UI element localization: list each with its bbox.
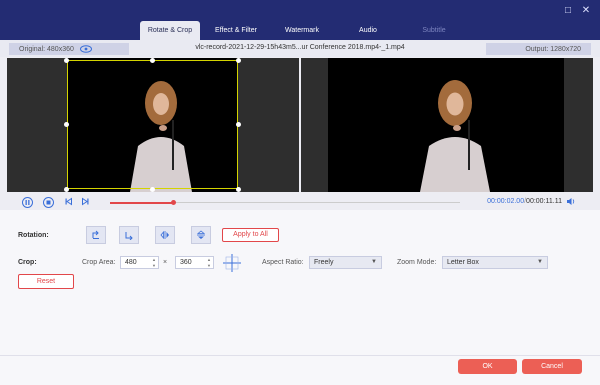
chevron-down-icon: ▼ [371, 259, 377, 265]
crop-frame[interactable] [67, 60, 238, 189]
rotate-right-button[interactable] [119, 226, 139, 244]
title-bar: □ ✕ Rotate & Crop Effect & Filter Waterm… [0, 0, 600, 40]
reset-button[interactable]: Reset [18, 274, 74, 289]
cancel-button[interactable]: Cancel [522, 359, 582, 374]
crop-handle-top[interactable] [150, 58, 155, 63]
current-time: 00:00:02.00 [487, 198, 525, 205]
volume-icon[interactable] [565, 197, 576, 208]
playback-bar: 00:00:02.00/00:00:11.11 [0, 195, 600, 210]
output-resolution: Output: 1280x720 [486, 43, 591, 55]
crop-handle-bottom-right[interactable] [236, 187, 241, 192]
zoom-mode-value: Letter Box [447, 259, 479, 266]
next-frame-icon[interactable] [80, 197, 91, 208]
progress-slider[interactable] [110, 200, 460, 205]
aspect-ratio-value: Freely [314, 259, 334, 266]
crop-handle-right[interactable] [236, 122, 241, 127]
crop-height-spinner[interactable]: ▲ ▼ [207, 257, 211, 268]
source-preview [7, 58, 299, 192]
output-preview [301, 58, 593, 192]
crop-handle-bottom[interactable] [150, 187, 155, 192]
crop-handle-top-left[interactable] [64, 58, 69, 63]
zoom-mode-label: Zoom Mode: [397, 259, 437, 266]
rotate-right-icon [125, 232, 133, 241]
info-strip: Original: 480x360 vlc-record-2021-12-29-… [0, 40, 600, 57]
flip-vertical-button[interactable] [191, 226, 211, 244]
crop-width-value: 480 [125, 259, 137, 266]
tab-audio[interactable]: Audio [338, 21, 398, 40]
footer: OK Cancel [0, 355, 600, 385]
flip-horizontal-icon [160, 230, 169, 240]
times-sign: × [163, 259, 168, 266]
output-video-frame [328, 58, 564, 192]
tab-effect-filter[interactable]: Effect & Filter [206, 21, 266, 40]
tab-subtitle: Subtitle [422, 27, 446, 34]
rotate-left-button[interactable] [86, 226, 106, 244]
tab-watermark[interactable]: Watermark [272, 21, 332, 40]
center-crosshair-icon[interactable] [222, 253, 242, 273]
performer-image-output [420, 80, 490, 192]
tab-bar: Rotate & Crop Effect & Filter Watermark … [140, 21, 464, 40]
flip-vertical-icon [196, 230, 206, 239]
crop-label: Crop: [18, 259, 37, 266]
ok-button[interactable]: OK [458, 359, 517, 374]
apply-to-all-button[interactable]: Apply to All [222, 228, 279, 242]
progress-fill [110, 202, 173, 204]
preview-area [0, 57, 600, 195]
crop-height-value: 360 [180, 259, 192, 266]
flip-horizontal-button[interactable] [155, 226, 175, 244]
crop-width-spinner[interactable]: ▲ ▼ [152, 257, 156, 268]
zoom-mode-select[interactable]: Letter Box ▼ [442, 256, 548, 269]
tab-rotate-crop[interactable]: Rotate & Crop [140, 21, 200, 40]
close-icon[interactable]: ✕ [579, 5, 593, 17]
previous-frame-icon[interactable] [63, 197, 74, 208]
chevron-down-icon: ▼ [537, 259, 543, 265]
crop-width-input[interactable]: 480 ▲ ▼ [120, 256, 159, 269]
stop-icon[interactable] [43, 197, 54, 208]
pause-icon[interactable] [22, 197, 33, 208]
time-readout: 00:00:02.00/00:00:11.11 [487, 198, 562, 205]
crop-handle-top-right[interactable] [236, 58, 241, 63]
aspect-ratio-label: Aspect Ratio: [262, 259, 304, 266]
maximize-icon[interactable]: □ [561, 5, 575, 17]
rotate-left-icon [92, 230, 99, 239]
crop-handle-bottom-left[interactable] [64, 187, 69, 192]
rotation-label: Rotation: [18, 232, 49, 239]
crop-area-label: Crop Area: [82, 259, 116, 266]
crop-height-input[interactable]: 360 ▲ ▼ [175, 256, 214, 269]
progress-knob[interactable] [170, 200, 176, 205]
aspect-ratio-select[interactable]: Freely ▼ [309, 256, 382, 269]
duration: 00:00:11.11 [526, 198, 562, 205]
crop-handle-left[interactable] [64, 122, 69, 127]
